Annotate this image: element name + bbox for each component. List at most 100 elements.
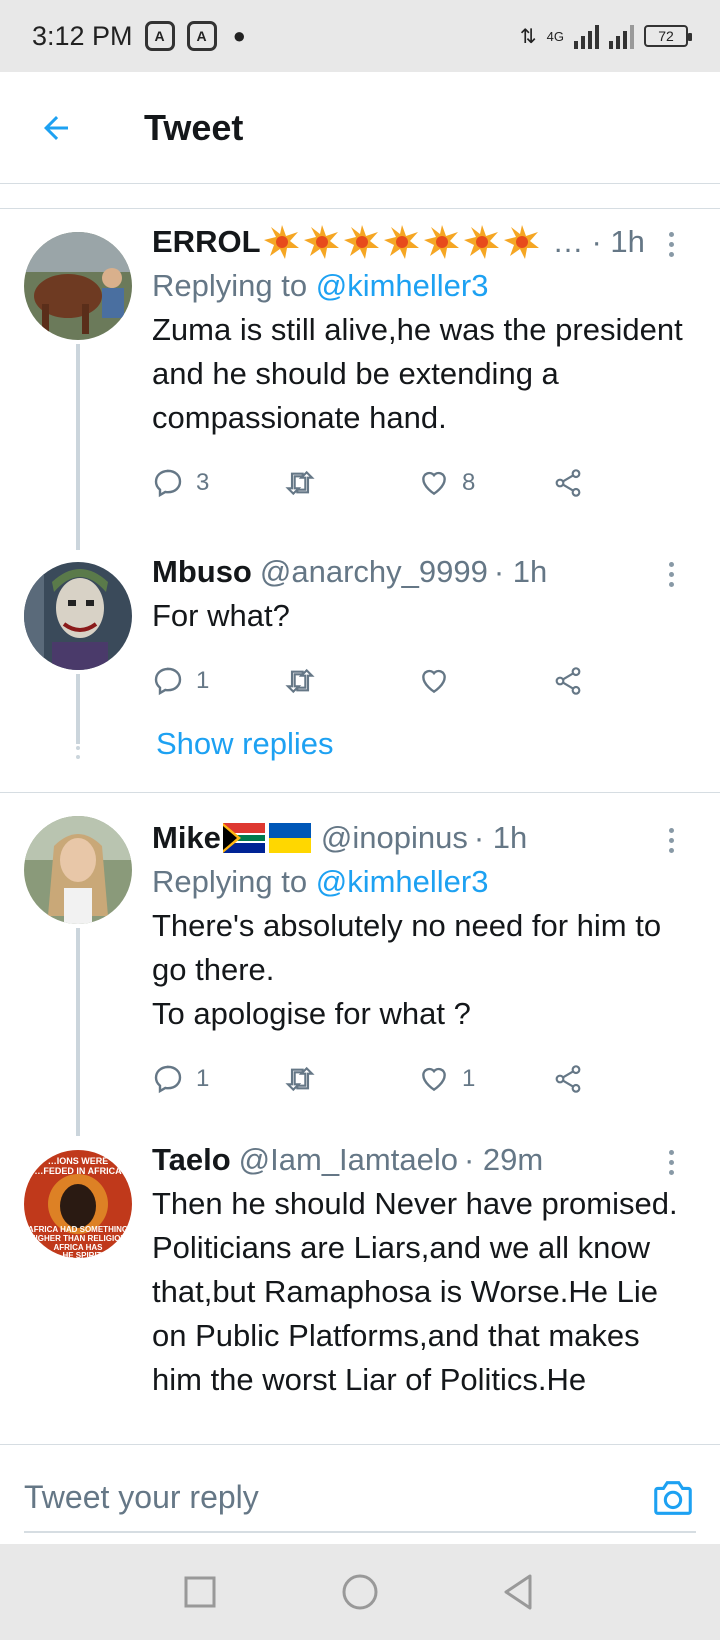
- retweet-icon: [285, 1066, 315, 1092]
- more-options-button[interactable]: [654, 1142, 688, 1182]
- name-truncation: …: [552, 224, 584, 259]
- like-icon: [422, 471, 446, 496]
- camera-icon: [654, 1481, 692, 1515]
- user-handle[interactable]: @inopinus: [321, 816, 468, 860]
- avatar-image: [24, 232, 132, 340]
- name-emoji: [263, 223, 541, 261]
- mention-link[interactable]: @kimheller3: [316, 864, 489, 899]
- more-notifications-dot-icon: ●: [232, 23, 246, 48]
- avatar[interactable]: [24, 232, 132, 340]
- share-button[interactable]: [552, 656, 584, 706]
- user-handle[interactable]: @Iam_Iamtaelo: [239, 1138, 458, 1182]
- status-indicators: ⇅ 4G 72: [519, 23, 692, 49]
- more-options-button[interactable]: [654, 224, 688, 264]
- share-icon: [555, 469, 581, 497]
- tweet-header: ERROL … · 1h: [152, 220, 688, 264]
- battery-icon: 72: [644, 25, 692, 47]
- like-button[interactable]: 8: [418, 458, 475, 508]
- reply-icon: [154, 667, 182, 696]
- tweet-text: There's absolutely no need for him to go…: [152, 908, 662, 1031]
- more-options-button[interactable]: [654, 554, 688, 594]
- collision-emoji-icon: [383, 225, 419, 259]
- reply-count: 1: [196, 667, 210, 694]
- display-name[interactable]: Taelo: [152, 1138, 231, 1182]
- back-button[interactable]: [0, 72, 112, 184]
- like-count: 1: [462, 1065, 476, 1092]
- share-button[interactable]: [552, 1054, 584, 1104]
- tweet-item[interactable]: Mike @inopinus · 1h Replying to @kimhell…: [0, 816, 720, 1136]
- avatar[interactable]: …IONS WERE …FEDED IN AFRICA AFRICA HAD S…: [24, 1150, 132, 1258]
- tweet-text: Then he should Never have promised. Poli…: [152, 1186, 678, 1397]
- signal-strength-icon: [574, 23, 599, 49]
- like-icon: [422, 669, 446, 694]
- display-name[interactable]: ERROL: [152, 220, 261, 264]
- tweet-time: · 29m: [463, 1142, 544, 1177]
- app-notification-icon: A: [144, 21, 175, 51]
- replying-to: Replying to @kimheller3: [152, 860, 688, 904]
- retweet-button[interactable]: [284, 656, 328, 706]
- show-replies-link[interactable]: Show replies: [156, 726, 333, 762]
- mention-link[interactable]: @kimheller3: [316, 268, 489, 303]
- avatar[interactable]: [24, 816, 132, 924]
- tweet-header: Taelo @Iam_Iamtaelo · 29m: [152, 1138, 688, 1182]
- reply-button[interactable]: 1: [152, 656, 209, 706]
- tweet-item[interactable]: Mbuso @anarchy_9999 · 1h For what? 1 Sho…: [0, 550, 720, 780]
- tweet-header: Mike @inopinus · 1h: [152, 816, 688, 860]
- tweet-text: For what?: [152, 598, 290, 633]
- tweet-time: · 1h: [591, 224, 645, 259]
- collision-emoji-icon: [463, 225, 499, 259]
- tweet-actions: 1 1: [152, 1054, 688, 1104]
- reply-icon: [154, 469, 182, 498]
- share-button[interactable]: [552, 458, 584, 508]
- reply-count: 1: [196, 1065, 210, 1092]
- nav-recents-icon[interactable]: [180, 1572, 220, 1612]
- nav-back-icon[interactable]: [500, 1572, 540, 1612]
- tweet-time: · 1h: [473, 820, 528, 855]
- app-notification-icon: A: [186, 21, 217, 51]
- divider: [0, 792, 720, 793]
- avatar-text: HIGHER THAN RELIGION: [30, 1234, 127, 1243]
- network-type: 4G: [546, 29, 564, 44]
- avatar-text: …HE SPIRIT: [54, 1251, 101, 1258]
- avatar[interactable]: [24, 562, 132, 670]
- status-bar: 3:12 PM A A ● ⇅ 4G 72: [0, 0, 720, 72]
- more-options-button[interactable]: [654, 820, 688, 860]
- avatar-image: [24, 816, 132, 924]
- collision-emoji-icon: [503, 225, 539, 259]
- avatar-text: …IONS WERE: [48, 1156, 109, 1166]
- reply-composer: Tweet your reply: [0, 1444, 720, 1544]
- reply-button[interactable]: 3: [152, 458, 209, 508]
- data-transfer-icon: ⇅: [519, 25, 537, 48]
- like-button[interactable]: [418, 656, 462, 706]
- nav-home-icon[interactable]: [340, 1572, 380, 1612]
- display-name[interactable]: Mike: [152, 816, 221, 860]
- back-arrow-icon: [44, 115, 68, 140]
- retweet-icon: [285, 470, 315, 496]
- tweet-item[interactable]: …IONS WERE …FEDED IN AFRICA AFRICA HAD S…: [0, 1136, 720, 1444]
- reply-button[interactable]: 1: [152, 1054, 209, 1104]
- tweet-time: · 1h: [493, 554, 548, 589]
- display-name[interactable]: Mbuso: [152, 550, 252, 594]
- system-navigation-bar: [0, 1544, 720, 1640]
- reply-icon: [154, 1065, 182, 1094]
- divider: [0, 208, 720, 209]
- reply-input[interactable]: Tweet your reply: [24, 1463, 696, 1533]
- like-count: 8: [462, 469, 476, 496]
- replying-to: Replying to @kimheller3: [152, 264, 688, 308]
- user-handle[interactable]: @anarchy_9999: [260, 550, 488, 594]
- tweet-item[interactable]: ERROL … · 1h Replying to @kimheller3 Zum…: [0, 220, 720, 550]
- thread-line: [76, 928, 80, 1136]
- retweet-button[interactable]: [284, 1054, 328, 1104]
- retweet-icon: [285, 668, 315, 694]
- collision-emoji-icon: [343, 225, 379, 259]
- camera-button[interactable]: [650, 1475, 696, 1521]
- avatar-text: AFRICA HAD SOMETHING: [28, 1225, 128, 1234]
- retweet-button[interactable]: [284, 458, 328, 508]
- share-icon: [555, 1065, 581, 1093]
- replying-to-label: Replying to: [152, 268, 308, 303]
- ukraine-flag-icon: [268, 823, 311, 853]
- tweet-header: Mbuso @anarchy_9999 · 1h: [152, 550, 688, 594]
- like-button[interactable]: 1: [418, 1054, 475, 1104]
- tweet-actions: 1: [152, 656, 688, 706]
- thread-line: [76, 344, 80, 550]
